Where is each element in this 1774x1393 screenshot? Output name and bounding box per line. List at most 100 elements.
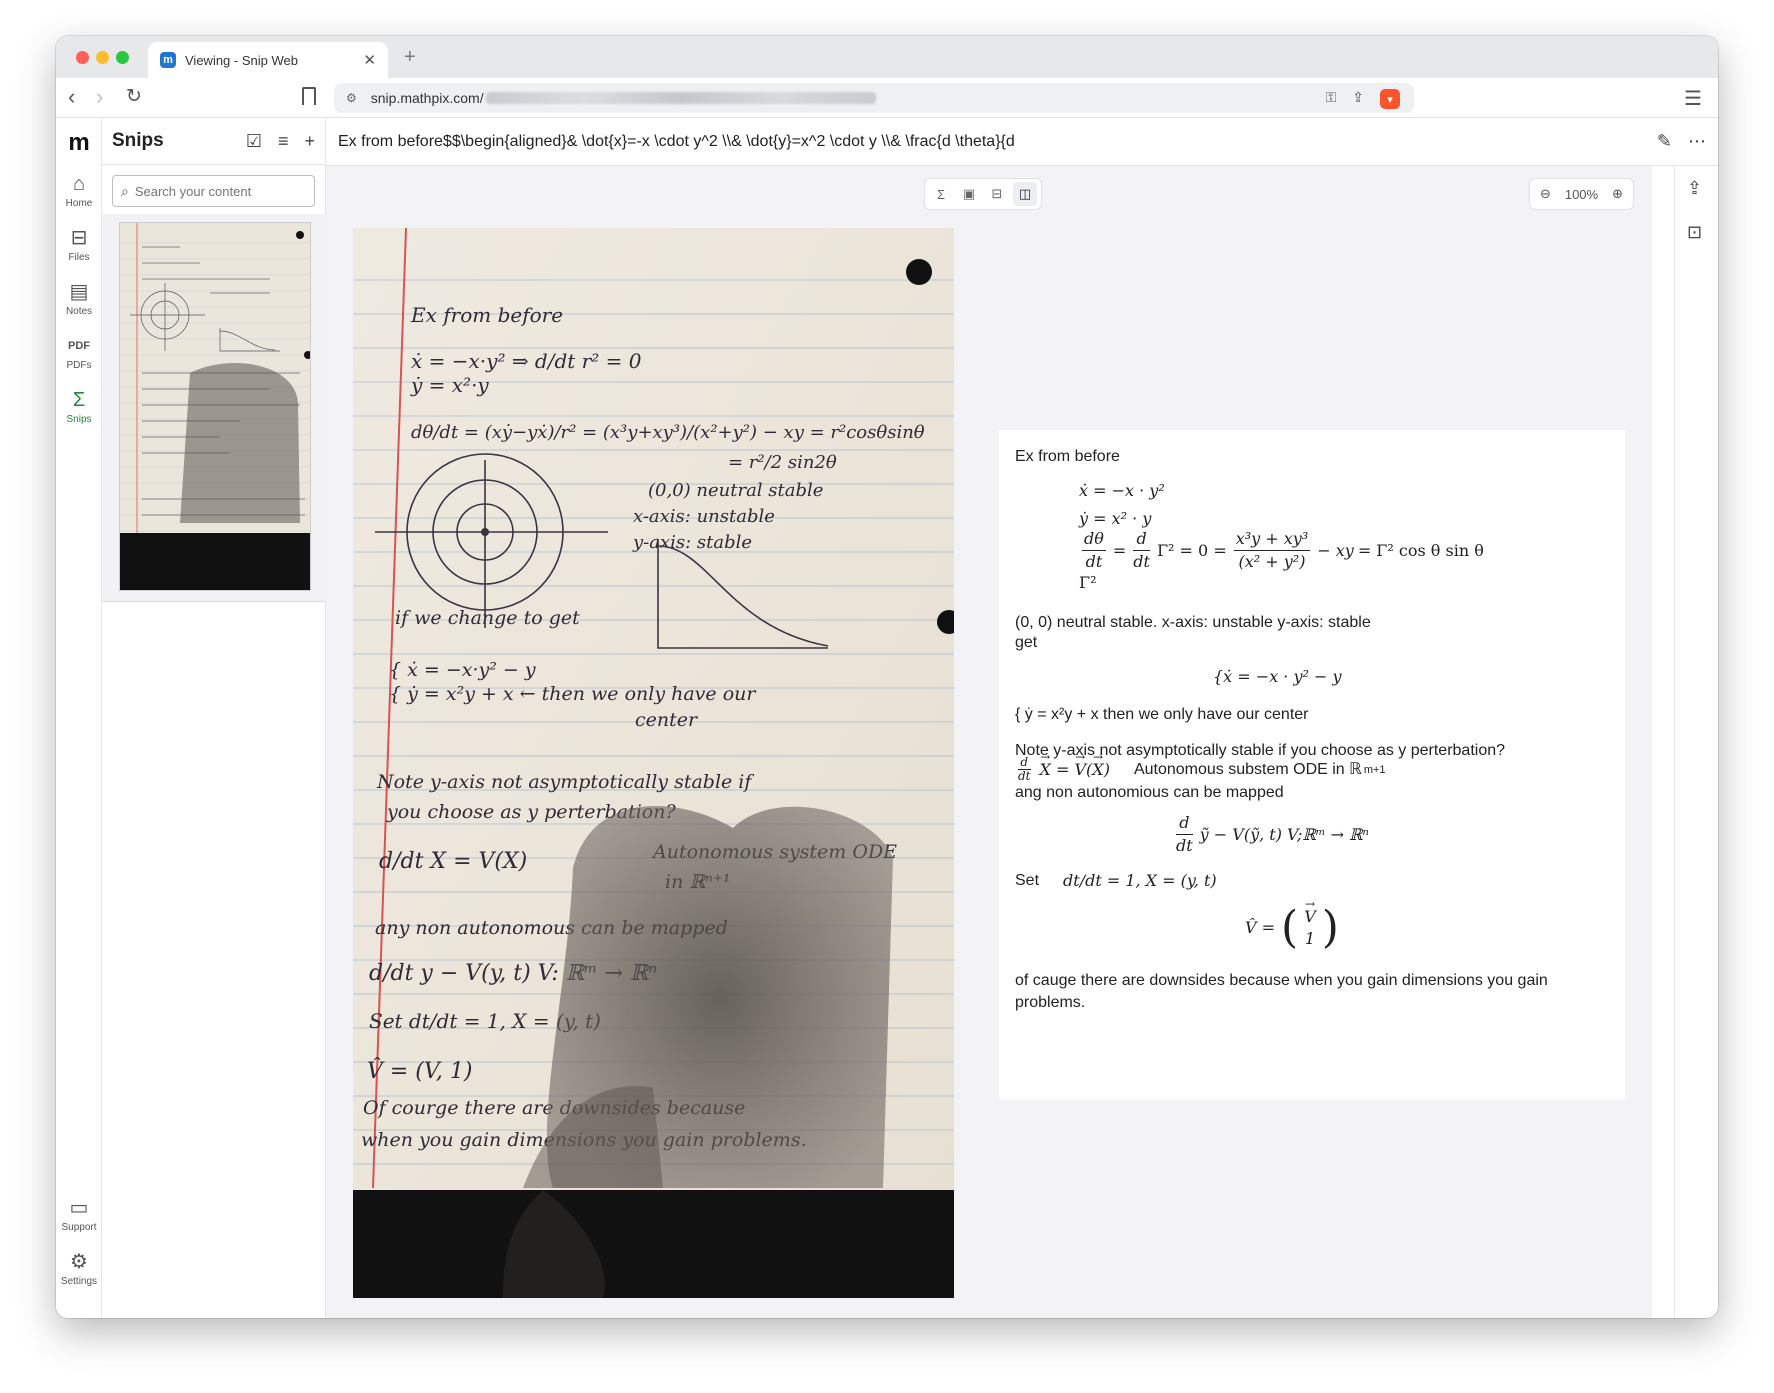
share-icon[interactable]: ⇪ xyxy=(1352,89,1364,109)
rendered-eq-xdot: ẋ = −x · y² xyxy=(1079,481,1165,500)
photo-text-yaxis: y-axis: stable xyxy=(632,532,752,553)
rendered-line-center: { ẏ = x²y + x then we only have our cent… xyxy=(1015,706,1309,723)
rendered-eq-vhat: V̂ = ( V1 ) xyxy=(1245,893,1339,950)
browser-window: m Viewing - Snip Web ✕ + ‹ › ↻ ⚙ snip.ma… xyxy=(56,36,1718,1318)
nav-home-label: Home xyxy=(65,198,93,209)
close-tab-icon[interactable]: ✕ xyxy=(363,51,376,69)
nav-settings[interactable]: ⚙ Settings xyxy=(56,1250,102,1287)
nav-files[interactable]: ⊟ Files xyxy=(56,226,102,263)
browser-menu-icon[interactable]: ☰ xyxy=(1684,86,1702,111)
photo-text-xaxis: x-axis: unstable xyxy=(633,506,775,527)
photo-text-neutral: (0,0) neutral stable xyxy=(648,480,823,501)
nav-notes-label: Notes xyxy=(65,306,93,317)
rendered-line-stability: (0, 0) neutral stable. x-axis: unstable … xyxy=(1015,614,1371,631)
rendered-eq-system-x: {ẋ = −x · y² − y xyxy=(1213,667,1342,686)
rendered-line-set: Set dt/dt = 1, X = (y, t) xyxy=(1015,870,1217,892)
minimize-window-button[interactable] xyxy=(96,51,109,64)
site-settings-icon[interactable]: ⚙ xyxy=(346,91,357,105)
bookmark-icon[interactable] xyxy=(302,87,316,105)
rendered-vhat-label: V̂ = xyxy=(1245,918,1276,937)
svg-text:ẋ = −x·y² ⇒ d/dt r² = 0: ẋ = −x·y² ⇒ d/dt r² = 0 xyxy=(411,349,642,373)
svg-text:V̂ = (V, 1): V̂ = (V, 1) xyxy=(367,1058,473,1084)
snips-panel: Snips ☑ ≡ + ⌕ xyxy=(102,118,326,1318)
snip-app: m ⌂ Home ⊟ Files ▤ Notes PDF PDFs Σ Snip… xyxy=(56,118,1718,1318)
nav-snips-label: Snips xyxy=(66,414,92,425)
snips-title: Snips xyxy=(112,130,164,151)
view-mode-toggle: Σ ▣ ⊟ ◫ xyxy=(924,178,1042,210)
browser-tab[interactable]: m Viewing - Snip Web ✕ xyxy=(148,42,388,78)
rendered-eq-theta: dθ dt = d dt Γ² = 0 = x³y + xy³ (x² + y²) −… xyxy=(1082,529,1484,571)
home-icon: ⌂ xyxy=(72,173,86,195)
snip-title: Ex from before$$\begin{aligned}& \dot{x}… xyxy=(338,132,1015,150)
frac-d-dt-2: d dt xyxy=(1176,813,1193,855)
brave-shield-icon[interactable]: ▾ xyxy=(1380,89,1400,109)
close-window-button[interactable] xyxy=(76,51,89,64)
right-toolbar: ⇪ ⊡ xyxy=(1674,166,1718,1318)
zoom-window-button[interactable] xyxy=(116,51,129,64)
svg-text:center: center xyxy=(635,709,699,731)
frac-d-dt-small: d dt xyxy=(1018,755,1031,783)
back-icon[interactable]: ‹ xyxy=(68,84,75,110)
sigma-icon: Σ xyxy=(72,389,86,411)
forward-icon[interactable]: › xyxy=(96,84,103,110)
rendered-set-eq: dt/dt = 1, X = (y, t) xyxy=(1063,871,1217,890)
snip-thumbnail[interactable] xyxy=(119,222,311,591)
more-options-icon[interactable]: ⋯ xyxy=(1688,131,1706,152)
address-bar[interactable]: ⚙ snip.mathpix.com/ ⚿ ⇪ ▾ xyxy=(334,83,1414,113)
rendered-line-downsides: of cauge there are downsides because whe… xyxy=(1015,972,1548,1011)
rendered-eq-nonauto: d dt ỹ − V(ỹ, t) V;ℝᵐ → ℝⁿ xyxy=(1173,812,1369,857)
support-chat-icon: ▭ xyxy=(69,1197,89,1219)
view-image-icon[interactable]: ▣ xyxy=(957,182,981,206)
nav-snips[interactable]: Σ Snips xyxy=(56,388,102,425)
snip-source-image[interactable]: Ex from before ẋ = −x·y² ⇒ d/dt r² = 0 ẏ… xyxy=(353,228,954,1298)
svg-text:d/dt X = V(X): d/dt X = V(X) xyxy=(379,849,527,874)
snip-header: Ex from before$$\begin{aligned}& \dot{x}… xyxy=(326,118,1718,166)
rendered-eq-gamma: Γ² xyxy=(1079,573,1097,592)
pdf-icon: PDF xyxy=(68,340,90,352)
view-math-icon[interactable]: Σ xyxy=(929,182,953,206)
rendered-eq-theta-rhs: = Γ² cos θ sin θ xyxy=(1357,540,1484,560)
rendered-line-get: get xyxy=(1015,634,1038,651)
nav-support[interactable]: ▭ Support xyxy=(56,1196,102,1233)
select-checkbox-icon[interactable]: ☑ xyxy=(246,131,262,152)
snip-thumbnail-image xyxy=(120,223,310,590)
nav-pdfs[interactable]: PDF PDFs xyxy=(56,334,102,371)
svg-text:ẏ = x²·y: ẏ = x²·y xyxy=(410,373,489,397)
frac-ratio: x³y + xy³ (x² + y²) xyxy=(1233,529,1311,571)
frac-dtheta-dt: dθ dt xyxy=(1082,529,1106,571)
svg-text:{ ẋ = −x·y² − y: { ẋ = −x·y² − y xyxy=(389,659,536,681)
list-view-icon[interactable]: ≡ xyxy=(278,131,289,152)
nav-home[interactable]: ⌂ Home xyxy=(56,172,102,209)
snip-list-item[interactable] xyxy=(102,214,326,602)
search-box: ⌕ xyxy=(112,175,315,207)
key-icon[interactable]: ⚿ xyxy=(1326,89,1337,109)
nav-support-label: Support xyxy=(61,1222,97,1233)
url-redacted xyxy=(485,92,876,104)
nav-notes[interactable]: ▤ Notes xyxy=(56,280,102,317)
zoom-level: 100% xyxy=(1564,186,1599,202)
address-bar-actions: ⚿ ⇪ ▾ xyxy=(1326,89,1400,109)
rendered-line-autonomous: ddt X = V(X) Autonomous substem ODE in ℝ… xyxy=(1015,746,1386,783)
rendered-line-title: Ex from before xyxy=(1015,448,1120,465)
snip-content-area: Σ ▣ ⊟ ◫ ⊖ 100% ⊕ Ex from before ẋ = −x·y… xyxy=(326,166,1652,1318)
files-icon: ⊟ xyxy=(70,227,88,249)
search-math-icon[interactable]: ⊡ xyxy=(1687,222,1702,243)
rendered-autonomous-sup: m+1 xyxy=(1363,763,1386,776)
mathpix-logo[interactable]: m xyxy=(66,130,92,156)
search-input[interactable] xyxy=(134,183,305,199)
zoom-in-icon[interactable]: ⊕ xyxy=(1612,186,1623,202)
edit-icon[interactable]: ✎ xyxy=(1657,131,1672,152)
photo-text-title: Ex from before xyxy=(410,303,563,327)
export-icon[interactable]: ⇪ xyxy=(1687,178,1702,199)
view-split-horizontal-icon[interactable]: ⊟ xyxy=(985,182,1009,206)
settings-icon: ⚙ xyxy=(70,1251,88,1273)
rendered-output[interactable]: Ex from before ẋ = −x · y² ẏ = x² · y dθ… xyxy=(999,430,1625,1100)
reload-icon[interactable]: ↻ xyxy=(126,84,142,110)
svg-text:= r²/2 sin2θ: = r²/2 sin2θ xyxy=(728,452,837,473)
view-split-vertical-icon[interactable]: ◫ xyxy=(1013,182,1037,206)
svg-text:dθ/dt = (xẏ−yẋ)/r² = (x³y+xy³): dθ/dt = (xẏ−yẋ)/r² = (x³y+xy³)/(x²+y²) −… xyxy=(411,422,925,443)
new-tab-button[interactable]: + xyxy=(404,46,416,69)
tab-title: Viewing - Snip Web xyxy=(185,52,298,68)
zoom-out-icon[interactable]: ⊖ xyxy=(1540,186,1551,202)
add-snip-icon[interactable]: + xyxy=(304,131,315,152)
